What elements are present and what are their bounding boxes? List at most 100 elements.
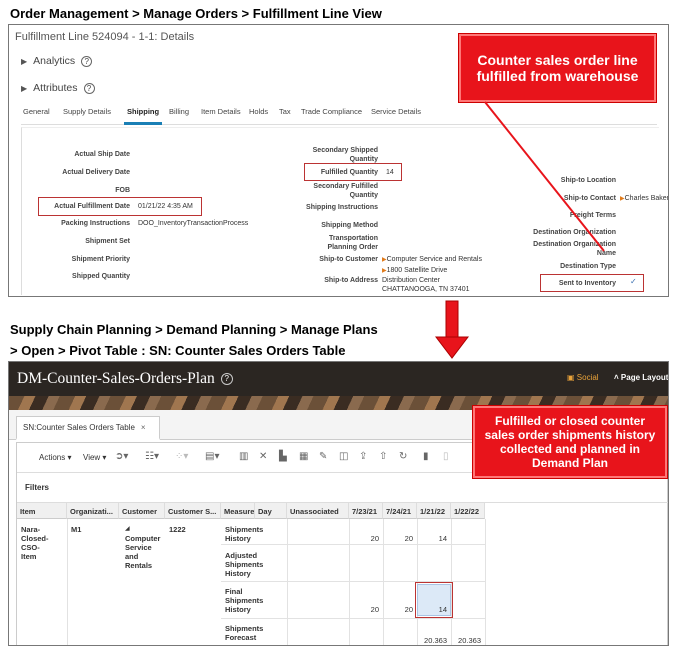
upload-icon[interactable]: ⇧ [379, 451, 387, 462]
shipping-method-label: Shipping Method [321, 222, 378, 229]
list-options-icon[interactable]: ☷▾ [145, 451, 159, 462]
page-layout-link[interactable]: ˄ Page Layout [614, 373, 668, 382]
tab-shipping[interactable]: Shipping [127, 107, 159, 116]
tab-service-details[interactable]: Service Details [371, 107, 421, 116]
analytics-expander[interactable]: ▶ Analytics? [21, 55, 93, 67]
packing-instructions-label: Packing Instructions [61, 220, 130, 227]
header-date-7-24-21[interactable]: 7/24/21 [383, 503, 417, 519]
header-customer-site[interactable]: Customer S... [165, 503, 221, 519]
value-cell[interactable]: 20 [383, 534, 413, 543]
fulfilled-quantity-label: Fulfilled Quantity [320, 169, 378, 176]
value-cell[interactable]: 14 [417, 534, 447, 543]
actions-menu[interactable]: Actions ▾ [39, 453, 71, 462]
organization-cell[interactable]: M1 [71, 525, 81, 534]
caption-supply-chain-line2: > Open > Pivot Table : SN: Counter Sales… [10, 343, 346, 358]
tab-item-details[interactable]: Item Details [201, 107, 241, 116]
shipment-set-label: Shipment Set [85, 238, 130, 245]
tools-icon[interactable]: ✕ [259, 451, 267, 462]
value-cell[interactable]: 20 [349, 605, 379, 614]
fill-icon[interactable]: ◫ [339, 451, 348, 462]
view-menu[interactable]: View ▾ [83, 453, 106, 462]
grid-icon[interactable]: ▦ [299, 451, 308, 462]
calculator-icon[interactable]: ▤▾ [205, 451, 219, 462]
attributes-label: Attributes [33, 82, 78, 94]
actual-fulfillment-date-value: 01/21/22 4:35 AM [138, 203, 193, 210]
down-arrow-shaft [445, 300, 459, 338]
header-date-7-23-21[interactable]: 7/23/21 [349, 503, 383, 519]
checkmark-icon: ✓ [630, 277, 637, 286]
transportation-planning-order-label: Transportation Planning Order [327, 235, 378, 251]
item-cell[interactable]: Nara- Closed- CSO- Item [21, 525, 49, 561]
fulfilled-quantity-value: 14 [386, 169, 394, 176]
measure-shipments-history[interactable]: Shipments History [225, 525, 263, 543]
attributes-expander[interactable]: ▶ Attributes? [21, 82, 95, 94]
value-cell[interactable]: 20 [349, 534, 379, 543]
tab-supply-details[interactable]: Supply Details [63, 107, 111, 116]
refresh-icon[interactable]: ↻ [399, 451, 407, 462]
ship-to-contact-value[interactable]: ▶Charles Baker [620, 194, 668, 204]
header-organization[interactable]: Organizati... [67, 503, 119, 519]
header-date-1-21-22[interactable]: 1/21/22 [417, 503, 451, 519]
close-icon[interactable]: × [141, 423, 146, 432]
header-item[interactable]: Item [17, 503, 67, 519]
header-customer[interactable]: Customer [119, 503, 165, 519]
down-arrow-head [434, 336, 470, 359]
plan-title: DM-Counter-Sales-Orders-Plan? [17, 370, 233, 388]
fulfillment-line-title: Fulfillment Line 524094 - 1-1: Details [15, 31, 195, 43]
header-date-1-22-22[interactable]: 1/22/22 [451, 503, 485, 519]
tab-general[interactable]: General [23, 107, 50, 116]
sent-to-inventory-label: Sent to Inventory [558, 280, 616, 287]
actual-fulfillment-date-label: Actual Fulfillment Date [54, 203, 130, 210]
value-cell[interactable]: 14 [417, 605, 447, 614]
header-measure[interactable]: Measure [221, 503, 255, 519]
ship-to-customer-label: Ship-to Customer [319, 256, 378, 263]
header-day[interactable]: Day [255, 503, 287, 519]
collapse-triangle-icon[interactable]: ◢ [125, 525, 160, 534]
help-icon[interactable]: ? [83, 82, 95, 94]
destination-organization-name-label: Destination Organization Name [533, 241, 616, 257]
social-icon: ▣ [567, 373, 577, 382]
measure-final-shipments-history[interactable]: Final Shipments History [225, 587, 263, 614]
customer-site-cell[interactable]: 1222 [169, 525, 186, 534]
forward-circle-icon[interactable]: ➲▾ [115, 451, 128, 462]
help-icon[interactable]: ? [81, 55, 93, 67]
social-link[interactable]: ▣ Social [567, 373, 599, 382]
header-unassociated[interactable]: Unassociated [287, 503, 349, 519]
save-icon[interactable]: ▥ [239, 451, 248, 462]
copy-icon[interactable]: ▮ [423, 451, 429, 462]
tab-counter-sales-orders-table[interactable]: SN:Counter Sales Orders Table × [16, 416, 160, 440]
measure-adjusted-shipments-history[interactable]: Adjusted Shipments History [225, 551, 263, 578]
customer-cell[interactable]: ◢ Computer Service and Rentals [125, 525, 160, 570]
caption-supply-chain-line1: Supply Chain Planning > Demand Planning … [10, 322, 378, 337]
analytics-label: Analytics [33, 55, 76, 67]
secondary-fulfilled-quantity-label: Secondary Fulfilled Quantity [313, 183, 378, 199]
callout-shipments-history: Fulfilled or closed counter sales order … [472, 405, 668, 479]
shipped-quantity-label: Shipped Quantity [72, 273, 130, 280]
ship-to-address-label: Ship-to Address [324, 277, 378, 284]
destination-type-label: Destination Type [560, 263, 616, 270]
ship-to-customer-value[interactable]: ▶Computer Service and Rentals [382, 255, 482, 265]
actual-ship-date-label: Actual Ship Date [74, 151, 130, 158]
tab-holds[interactable]: Holds [249, 107, 268, 116]
value-cell[interactable]: 20 [383, 605, 413, 614]
packing-instructions-value: DOO_InventoryTransactionProcess [138, 220, 249, 227]
hierarchy-icon[interactable]: ⁘▾ [175, 451, 188, 462]
help-icon[interactable]: ? [220, 373, 233, 386]
tab-trade-compliance[interactable]: Trade Compliance [301, 107, 362, 116]
detail-tabs: General Supply Details Shipping Billing … [21, 105, 657, 125]
secondary-shipped-quantity-label: Secondary Shipped Quantity [312, 147, 378, 163]
actual-delivery-date-label: Actual Delivery Date [62, 169, 130, 176]
shipping-instructions-label: Shipping Instructions [306, 204, 378, 211]
paste-icon[interactable]: ▯ [443, 451, 449, 462]
caption-order-management: Order Management > Manage Orders > Fulfi… [10, 6, 382, 21]
tab-tax[interactable]: Tax [279, 107, 291, 116]
measure-shipments-forecast[interactable]: Shipments Forecast [225, 624, 263, 642]
active-tab-indicator [124, 122, 162, 125]
value-cell[interactable]: 20.363 [451, 636, 481, 645]
edit-icon[interactable]: ✎ [319, 451, 327, 462]
tab-billing[interactable]: Billing [169, 107, 189, 116]
ship-to-address-value: ▶1800 Satellite Drive Distribution Cente… [382, 267, 470, 293]
chart-icon[interactable]: ▙ [279, 451, 287, 462]
value-cell[interactable]: 20.363 [417, 636, 447, 645]
export-icon[interactable]: ⇪ [359, 451, 367, 462]
